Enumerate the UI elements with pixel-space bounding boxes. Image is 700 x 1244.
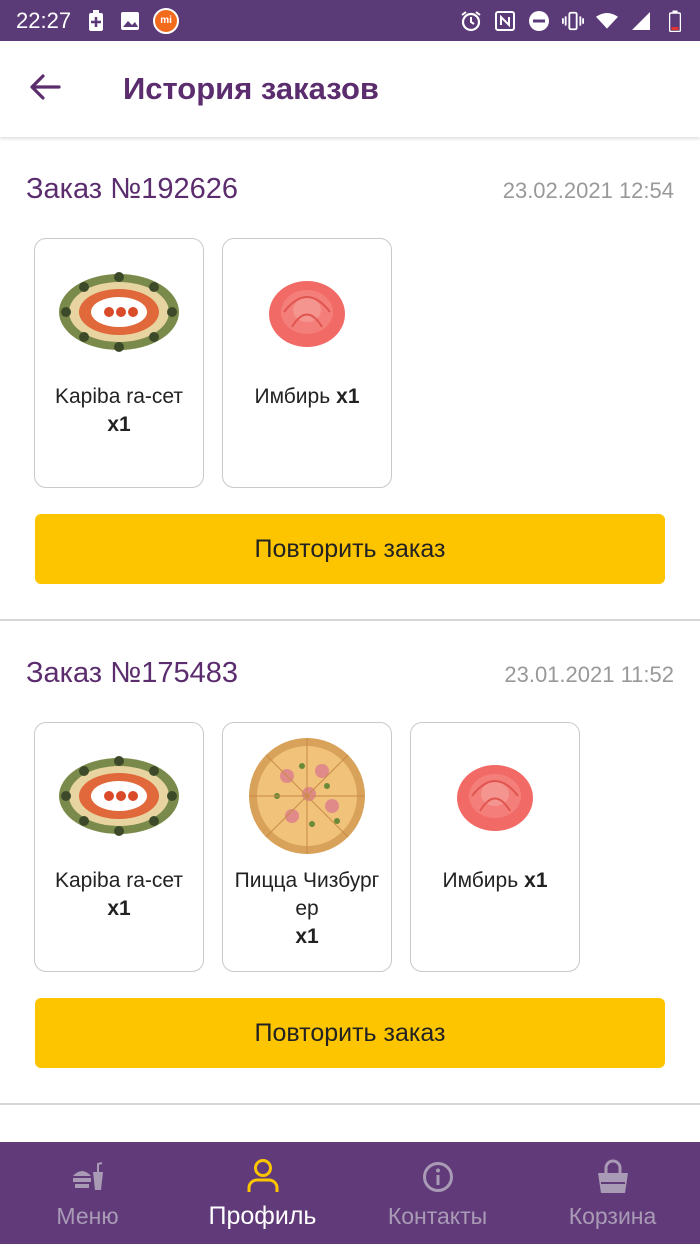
order-date: 23.02.2021 12:54 [502,178,674,203]
order-item-name: Имбирь [442,869,519,892]
nfc-icon [494,10,516,32]
nav-item-contacts[interactable]: Контакты [350,1142,525,1244]
order-card: Заказ №192626 23.02.2021 12:54 Kapiba ra [0,137,700,621]
order-item-qty: x1 [524,869,548,892]
order-number: Заказ №175483 [26,657,239,689]
order-item-qty: x1 [336,385,360,408]
wifi-icon [596,10,618,32]
nav-item-profile[interactable]: Профиль [175,1142,350,1244]
nav-label-profile: Профиль [208,1201,317,1230]
sushi-set-image [49,257,189,367]
order-header: Заказ №192626 23.02.2021 12:54 [26,173,674,206]
order-item-name: Пицца Чизбургер [234,869,380,920]
ginger-image [237,257,377,367]
order-item-card[interactable]: Пицца Чизбургер x1 [222,722,392,972]
dnd-icon [528,10,550,32]
order-items: Kapiba ra-сет x1 Пицца Чизбургер x1 Имби… [34,722,580,972]
order-item-text: Kapiba ra-сет x1 [45,383,193,439]
info-icon [418,1157,458,1197]
order-item-text: Kapiba ra-сет x1 [45,867,193,923]
mi-icon: mi [153,7,180,34]
status-time: 22:27 [16,7,72,33]
nav-item-cart[interactable]: Корзина [525,1142,700,1244]
order-item-card[interactable]: Имбирь x1 [410,722,580,972]
nav-label-contacts: Контакты [387,1202,488,1229]
alarm-icon [460,10,482,32]
order-items: Kapiba ra-сет x1 Имбирь x1 [34,238,392,488]
order-item-text: Пицца Чизбургер x1 [223,867,391,951]
vibrate-icon [562,10,584,32]
order-item-card[interactable]: Имбирь x1 [222,238,392,488]
image-icon [119,10,141,32]
order-item-text: Имбирь x1 [432,867,557,895]
order-item-name: Имбирь [254,385,331,408]
signal-icon [630,10,652,32]
order-item-text: Имбирь x1 [244,383,369,411]
nav-label-menu: Меню [56,1202,119,1229]
ginger-image [425,741,565,851]
order-item-qty: x1 [107,897,131,920]
repeat-order-button[interactable]: Повторить заказ [35,514,665,584]
order-item-qty: x1 [295,925,319,948]
bottom-nav: Меню Профиль Контакты Корзина [0,1142,700,1244]
app-bar: История заказов [0,41,700,137]
order-item-qty: x1 [107,413,131,436]
order-item-name: Kapiba ra-сет [55,385,183,408]
nav-item-menu[interactable]: Меню [0,1142,175,1244]
status-right-icons [460,10,686,32]
person-icon [243,1156,283,1196]
order-header: Заказ №175483 23.01.2021 11:52 [26,657,674,690]
status-bar: 22:27 mi [0,0,700,41]
nav-label-cart: Корзина [568,1202,657,1229]
sushi-set-image [49,741,189,851]
orders-list[interactable]: Заказ №192626 23.02.2021 12:54 Kapiba ra [0,137,700,1142]
order-number: Заказ №192626 [26,173,239,205]
repeat-order-button[interactable]: Повторить заказ [35,998,665,1068]
order-item-card[interactable]: Kapiba ra-сет x1 [34,722,204,972]
order-item-name: Kapiba ra-сет [55,869,183,892]
battery-icon [664,10,686,32]
pizza-image [237,738,377,854]
back-button[interactable] [15,59,75,119]
status-left-icons: mi [85,7,180,34]
page-title: История заказов [123,71,379,106]
shopping-bag-icon [593,1157,633,1197]
order-card: Заказ №175483 23.01.2021 11:52 Kapiba ra [0,621,700,1105]
order-date: 23.01.2021 11:52 [504,662,674,687]
battery-saver-icon [85,9,107,32]
order-item-card[interactable]: Kapiba ra-сет x1 [34,238,204,488]
food-menu-icon [68,1157,108,1197]
arrow-left-icon [29,73,61,106]
